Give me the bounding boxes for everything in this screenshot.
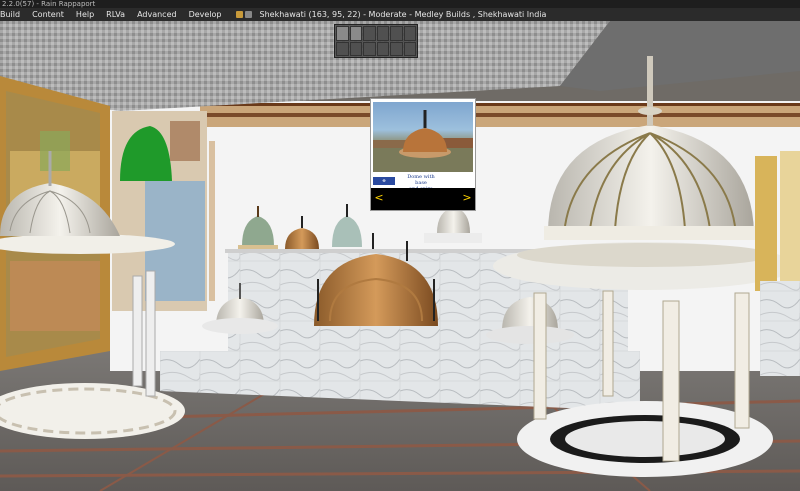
front-view-button[interactable] (363, 26, 376, 41)
voice-icon[interactable] (235, 11, 243, 18)
build-icon[interactable] (244, 11, 252, 18)
zoom-in-button[interactable] (349, 41, 362, 56)
status-icons (235, 8, 254, 21)
sign-logo: ☸ (373, 177, 395, 185)
camera-controls (334, 24, 418, 58)
menu-build[interactable]: Build (0, 8, 26, 21)
sign-nav: < > (371, 188, 475, 210)
ceiling (0, 21, 610, 111)
menu-develop[interactable]: Develop (183, 8, 228, 21)
sign-image (373, 102, 473, 172)
info-sign[interactable]: ☸ Dome with base and spire < > (370, 98, 476, 211)
menu-help[interactable]: Help (70, 8, 100, 21)
next-arrow-icon[interactable]: > (461, 192, 473, 204)
rear-view-button[interactable] (390, 26, 403, 41)
menu-bar: Build Content Help RLVa Advanced Develop… (0, 8, 800, 21)
side-view-button[interactable] (376, 26, 389, 41)
menu-rlva[interactable]: RLVa (100, 8, 131, 21)
scene-render (0, 21, 800, 491)
sign-caption-line1: Dome with base (407, 174, 435, 186)
window-title: 2.2.0(57) - Rain Rappaport (2, 0, 96, 8)
move-up-button[interactable] (376, 41, 389, 56)
pan-button[interactable] (403, 26, 416, 41)
prev-arrow-icon[interactable]: < (373, 192, 385, 204)
camera-mode-button[interactable] (336, 26, 349, 41)
location-label[interactable]: Shekhawati (163, 95, 22) - Moderate - Me… (260, 8, 547, 21)
zoom-out-button[interactable] (363, 41, 376, 56)
window-title-bar: 2.2.0(57) - Rain Rappaport (0, 0, 800, 8)
menu-advanced[interactable]: Advanced (131, 8, 183, 21)
move-down-button[interactable] (390, 41, 403, 56)
avatar-view-button[interactable] (349, 26, 362, 41)
reset-view-button[interactable] (403, 41, 416, 56)
menu-content[interactable]: Content (26, 8, 70, 21)
3d-viewport[interactable] (0, 21, 800, 491)
orbit-button[interactable] (336, 41, 349, 56)
